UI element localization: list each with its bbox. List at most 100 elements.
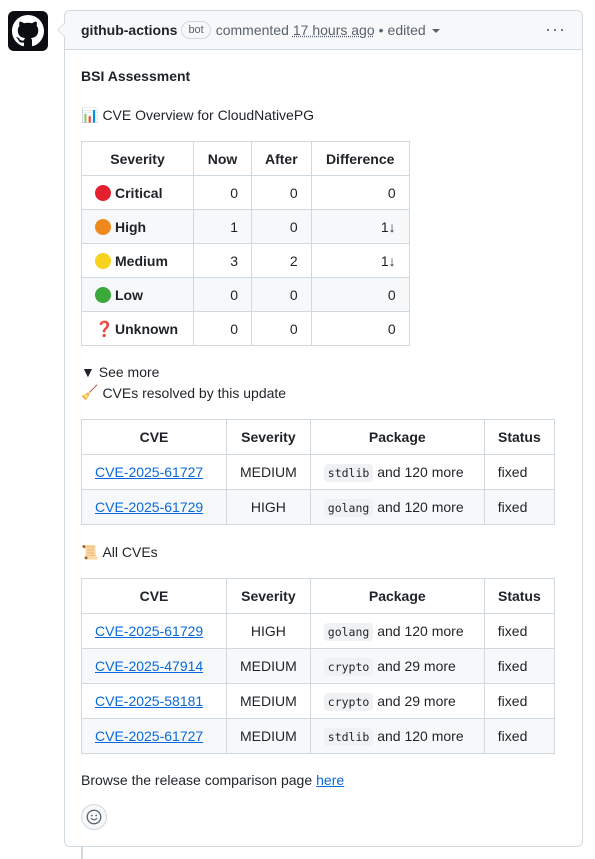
severity-label: Critical bbox=[115, 184, 163, 201]
action-text: commented bbox=[215, 22, 289, 38]
after-value: 2 bbox=[251, 243, 312, 278]
table-row: CVE-2025-61729 HIGH golang and 120 more … bbox=[81, 489, 556, 525]
separator: • bbox=[378, 22, 384, 38]
col-severity: Severity bbox=[81, 141, 194, 176]
col-cve: CVE bbox=[81, 578, 227, 614]
status-value: fixed bbox=[483, 489, 556, 525]
overview-title-text: CVE Overview for CloudNativePG bbox=[102, 107, 315, 123]
footer-text: Browse the release comparison page here bbox=[81, 770, 566, 790]
col-cve: CVE bbox=[81, 419, 227, 455]
package-code: stdlib bbox=[323, 464, 374, 482]
package-code: golang bbox=[323, 623, 374, 641]
severity-value: MEDIUM bbox=[226, 648, 311, 684]
release-comparison-link[interactable]: here bbox=[316, 772, 344, 788]
severity-value: MEDIUM bbox=[226, 683, 311, 719]
col-now: Now bbox=[193, 141, 252, 176]
edited-dropdown[interactable]: edited bbox=[388, 22, 440, 38]
severity-value: MEDIUM bbox=[226, 454, 311, 490]
status-value: fixed bbox=[483, 454, 556, 490]
cve-link[interactable]: CVE-2025-47914 bbox=[95, 658, 203, 674]
after-value: 0 bbox=[251, 175, 312, 210]
resolved-title: 🧹 CVEs resolved by this update bbox=[81, 382, 566, 403]
red-circle-icon bbox=[95, 184, 111, 201]
col-package: Package bbox=[309, 419, 485, 455]
table-row: Critical 0 0 0 bbox=[81, 175, 410, 210]
severity-label: Low bbox=[115, 286, 143, 303]
table-row: CVE-2025-47914 MEDIUM crypto and 29 more… bbox=[81, 648, 556, 684]
comment-body: BSI Assessment 📊 CVE Overview for CloudN… bbox=[65, 50, 582, 790]
see-more-toggle[interactable]: ▼ See more bbox=[81, 362, 566, 382]
status-value: fixed bbox=[483, 718, 556, 754]
scroll-icon: 📜 bbox=[81, 543, 99, 560]
table-row: High 1 0 1↓ bbox=[81, 209, 410, 244]
question-mark-icon: ❓ bbox=[95, 320, 114, 338]
comment-box: github-actions bot commented 17 hours ag… bbox=[57, 10, 583, 847]
now-value: 0 bbox=[193, 277, 252, 312]
package-more: and 29 more bbox=[377, 658, 456, 674]
after-value: 0 bbox=[251, 277, 312, 312]
overview-title: 📊 CVE Overview for CloudNativePG bbox=[81, 105, 566, 125]
severity-value: MEDIUM bbox=[226, 718, 311, 754]
now-value: 0 bbox=[193, 311, 252, 346]
package-more: and 120 more bbox=[377, 623, 464, 639]
timeline-line bbox=[81, 846, 83, 859]
avatar[interactable] bbox=[8, 11, 48, 51]
all-cves-table: CVE Severity Package Status CVE-2025-617… bbox=[81, 578, 556, 754]
table-row: CVE-2025-61727 MEDIUM stdlib and 120 mor… bbox=[81, 454, 556, 490]
cve-link[interactable]: CVE-2025-61729 bbox=[95, 499, 203, 515]
all-header-row: CVE Severity Package Status bbox=[81, 578, 556, 614]
edited-label: edited bbox=[387, 22, 426, 38]
severity-label: High bbox=[115, 218, 147, 235]
author-link[interactable]: github-actions bbox=[81, 22, 177, 38]
diff-value: 0 bbox=[310, 311, 410, 346]
severity-value: HIGH bbox=[226, 489, 311, 525]
col-status: Status bbox=[483, 419, 556, 455]
package-more: and 120 more bbox=[377, 728, 464, 744]
table-row: Low 0 0 0 bbox=[81, 277, 410, 312]
overview-table: Severity Now After Difference Critical 0… bbox=[81, 141, 410, 346]
kebab-menu-icon[interactable]: ··· bbox=[545, 19, 566, 39]
cve-link[interactable]: CVE-2025-61727 bbox=[95, 728, 203, 744]
all-cves-title: 📜 All CVEs bbox=[81, 542, 566, 562]
cve-link[interactable]: CVE-2025-61729 bbox=[95, 623, 203, 639]
cve-link[interactable]: CVE-2025-61727 bbox=[95, 464, 203, 480]
bot-badge: bot bbox=[181, 21, 211, 39]
package-more: and 120 more bbox=[377, 464, 464, 480]
status-value: fixed bbox=[483, 648, 556, 684]
footer-text-label: Browse the release comparison page bbox=[81, 772, 313, 788]
package-more: and 120 more bbox=[377, 499, 464, 515]
green-circle-icon bbox=[95, 286, 111, 303]
yellow-circle-icon bbox=[95, 252, 111, 269]
package-code: crypto bbox=[323, 658, 374, 676]
now-value: 3 bbox=[193, 243, 252, 278]
orange-circle-icon bbox=[95, 218, 111, 235]
now-value: 0 bbox=[193, 175, 252, 210]
timestamp-link[interactable]: 17 hours ago bbox=[293, 22, 375, 38]
add-reaction-button[interactable] bbox=[81, 804, 107, 830]
bar-chart-icon: 📊 bbox=[81, 106, 99, 123]
table-row: Medium 3 2 1↓ bbox=[81, 243, 410, 278]
severity-label: Unknown bbox=[115, 320, 178, 337]
resolved-header-row: CVE Severity Package Status bbox=[81, 419, 556, 455]
broom-icon: 🧹 bbox=[81, 384, 99, 400]
github-logo-icon bbox=[12, 15, 44, 47]
resolved-cves-table: CVE Severity Package Status CVE-2025-617… bbox=[81, 419, 556, 525]
all-cves-title-text: All CVEs bbox=[102, 544, 158, 560]
heading-bsi: BSI Assessment bbox=[81, 68, 191, 84]
package-code: golang bbox=[323, 499, 374, 517]
table-row: CVE-2025-61729 HIGH golang and 120 more … bbox=[81, 613, 556, 649]
smiley-icon bbox=[86, 809, 102, 825]
package-more: and 29 more bbox=[377, 693, 456, 709]
cve-link[interactable]: CVE-2025-58181 bbox=[95, 693, 203, 709]
overview-header-row: Severity Now After Difference bbox=[81, 141, 410, 176]
col-after: After bbox=[251, 141, 312, 176]
resolved-title-text: CVEs resolved by this update bbox=[102, 384, 287, 401]
package-code: stdlib bbox=[323, 728, 374, 746]
table-row: CVE-2025-58181 MEDIUM crypto and 29 more… bbox=[81, 683, 556, 719]
diff-value: 0 bbox=[310, 277, 410, 312]
comment-header: github-actions bot commented 17 hours ag… bbox=[65, 11, 582, 50]
status-value: fixed bbox=[483, 613, 556, 649]
diff-value: 1↓ bbox=[310, 243, 410, 278]
table-row: CVE-2025-61727 MEDIUM stdlib and 120 mor… bbox=[81, 718, 556, 754]
after-value: 0 bbox=[251, 311, 312, 346]
